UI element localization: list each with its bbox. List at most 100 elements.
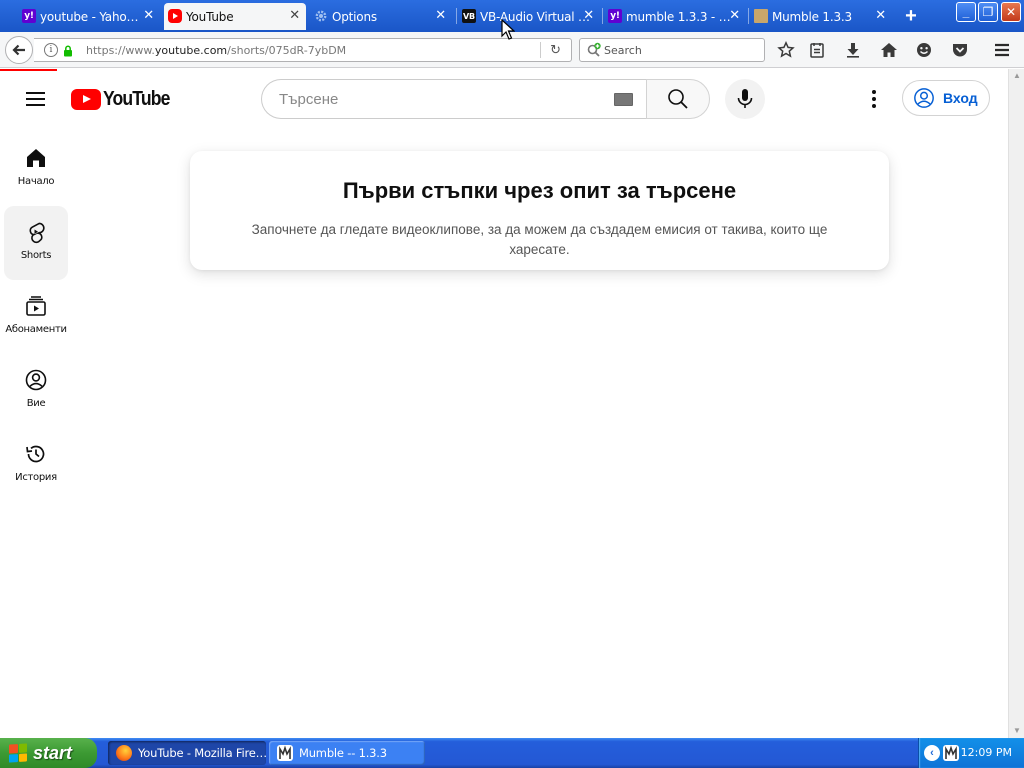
tab-label: YouTube bbox=[186, 9, 234, 24]
new-tab-button[interactable]: + bbox=[898, 4, 924, 28]
scroll-up-arrow[interactable]: ▲ bbox=[1012, 71, 1022, 81]
close-tab-icon[interactable]: ✕ bbox=[729, 8, 740, 23]
tab-separator bbox=[748, 8, 749, 24]
menu-line bbox=[26, 98, 45, 100]
url-prefix: https://www. bbox=[86, 44, 155, 57]
task-label: Mumble -- 1.3.3 bbox=[299, 746, 387, 760]
mumble-icon bbox=[277, 745, 293, 761]
address-bar[interactable]: i https://www.youtube.com/shorts/075dR-7… bbox=[34, 38, 572, 62]
close-tab-icon[interactable]: ✕ bbox=[289, 8, 300, 23]
url-text[interactable]: https://www.youtube.com/shorts/075dR-7yb… bbox=[86, 44, 346, 57]
voice-search-button[interactable] bbox=[725, 79, 765, 119]
firefox-icon bbox=[116, 745, 132, 761]
tab-label: Options bbox=[332, 9, 377, 24]
tab-label: mumble 1.3.3 - … bbox=[626, 9, 731, 24]
settings-more-button[interactable] bbox=[862, 87, 886, 111]
tab-mumble-download[interactable]: Mumble 1.3.3 ✕ bbox=[750, 3, 892, 30]
system-tray: ‹ 12:09 PM bbox=[918, 738, 1024, 768]
youtube-logo[interactable]: YouTube bbox=[71, 86, 179, 112]
microphone-icon bbox=[737, 89, 753, 108]
home-browser-icon[interactable] bbox=[879, 40, 899, 60]
close-tab-icon[interactable]: ✕ bbox=[875, 8, 886, 23]
hamburger-menu-icon[interactable] bbox=[992, 40, 1012, 60]
search-placeholder: Search bbox=[604, 44, 642, 57]
search-icon bbox=[668, 89, 688, 109]
taskbar-item-mumble[interactable]: Mumble -- 1.3.3 bbox=[269, 741, 425, 765]
windows-taskbar: start YouTube - Mozilla Fire… Mumble -- … bbox=[0, 738, 1024, 768]
info-icon[interactable]: i bbox=[44, 43, 58, 57]
browser-search-bar[interactable]: Search bbox=[579, 38, 765, 62]
mumble-tray-icon[interactable] bbox=[943, 745, 959, 761]
start-button[interactable]: start bbox=[0, 738, 97, 768]
reload-icon[interactable]: ↻ bbox=[550, 42, 561, 58]
youtube-search-button[interactable] bbox=[646, 79, 710, 119]
windows-flag-icon bbox=[9, 743, 27, 763]
restore-window-button[interactable]: ❐ bbox=[978, 2, 998, 22]
guide-label: Абонаменти bbox=[5, 324, 67, 335]
show-hidden-icons-button[interactable]: ‹ bbox=[924, 745, 940, 761]
guide-item-history[interactable]: История bbox=[4, 428, 68, 502]
home-icon bbox=[27, 149, 45, 167]
arrow-left-icon bbox=[12, 44, 25, 56]
dot bbox=[872, 104, 876, 108]
history-icon bbox=[26, 445, 45, 463]
vertical-scrollbar[interactable]: ▲ ▼ bbox=[1008, 69, 1024, 738]
emoji-extension-icon[interactable] bbox=[914, 40, 934, 60]
tab-separator bbox=[602, 8, 603, 24]
close-window-button[interactable]: ✕ bbox=[1001, 2, 1021, 22]
guide-item-you[interactable]: Вие bbox=[4, 354, 68, 428]
close-tab-icon[interactable]: ✕ bbox=[143, 8, 154, 23]
menu-line bbox=[26, 104, 45, 106]
sign-in-button[interactable]: Вход bbox=[902, 80, 990, 116]
dot bbox=[872, 97, 876, 101]
youtube-search-input[interactable]: Търсене bbox=[261, 79, 647, 119]
gear-icon bbox=[314, 9, 328, 23]
guide-menu-button[interactable] bbox=[24, 87, 48, 111]
clock: 12:09 PM bbox=[960, 746, 1012, 759]
close-tab-icon[interactable]: ✕ bbox=[583, 8, 594, 23]
mouse-pointer-icon bbox=[501, 19, 515, 40]
guide-item-shorts[interactable]: Shorts bbox=[4, 206, 68, 280]
search-engine-icon[interactable] bbox=[586, 42, 602, 63]
account-circle-icon bbox=[914, 88, 934, 108]
keyboard-icon[interactable] bbox=[614, 93, 633, 106]
lock-icon[interactable] bbox=[63, 44, 73, 62]
tab-yahoo-search[interactable]: y! youtube - Yaho… ✕ bbox=[18, 3, 160, 30]
logo-text: YouTube bbox=[103, 87, 170, 110]
tab-label: youtube - Yaho… bbox=[40, 9, 139, 24]
bookmark-star-icon[interactable] bbox=[776, 40, 796, 60]
reading-list-icon[interactable] bbox=[807, 40, 827, 60]
yahoo-icon: y! bbox=[608, 9, 622, 23]
guide-item-subscriptions[interactable]: Абонаменти bbox=[4, 280, 68, 354]
tab-mumble-search[interactable]: y! mumble 1.3.3 - … ✕ bbox=[604, 3, 746, 30]
guide-label: История bbox=[15, 472, 57, 483]
scroll-down-arrow[interactable]: ▼ bbox=[1012, 726, 1022, 736]
pocket-icon[interactable] bbox=[950, 40, 970, 60]
tab-vb-audio[interactable]: VB VB-Audio Virtual … ✕ bbox=[458, 3, 600, 30]
account-icon bbox=[25, 369, 47, 391]
tab-label: VB-Audio Virtual … bbox=[480, 9, 590, 24]
back-button[interactable] bbox=[5, 36, 33, 64]
downloads-icon[interactable] bbox=[843, 40, 863, 60]
taskbar-item-firefox[interactable]: YouTube - Mozilla Fire… bbox=[108, 741, 266, 765]
search-promo-card: Първи стъпки чрез опит за търсене Започн… bbox=[190, 151, 889, 270]
tab-options[interactable]: Options ✕ bbox=[310, 3, 452, 30]
minimize-window-button[interactable]: _ bbox=[956, 2, 976, 22]
promo-description: Започнете да гледате видеоклипове, за да… bbox=[251, 222, 828, 257]
guide-label: Shorts bbox=[20, 250, 52, 261]
shorts-icon bbox=[29, 222, 45, 244]
task-label: YouTube - Mozilla Fire… bbox=[138, 746, 266, 760]
guide-label: Вие bbox=[26, 398, 46, 409]
page-load-progress-bar bbox=[0, 69, 57, 71]
close-tab-icon[interactable]: ✕ bbox=[435, 8, 446, 23]
subscriptions-icon bbox=[26, 296, 46, 316]
url-path: /shorts/075dR-7ybDM bbox=[227, 44, 347, 57]
desktop-screen: y! youtube - Yaho… ✕ YouTube ✕ Options ✕… bbox=[0, 0, 1024, 768]
guide-item-home[interactable]: Начало bbox=[4, 132, 68, 206]
tab-separator bbox=[456, 8, 457, 24]
tab-youtube[interactable]: YouTube ✕ bbox=[164, 3, 306, 30]
page-viewport: YouTube Търсене Вход Начало Shorts Абона… bbox=[0, 69, 1008, 738]
youtube-icon bbox=[168, 9, 182, 23]
search-placeholder: Търсене bbox=[279, 91, 339, 108]
mumble-package-icon bbox=[754, 9, 768, 23]
